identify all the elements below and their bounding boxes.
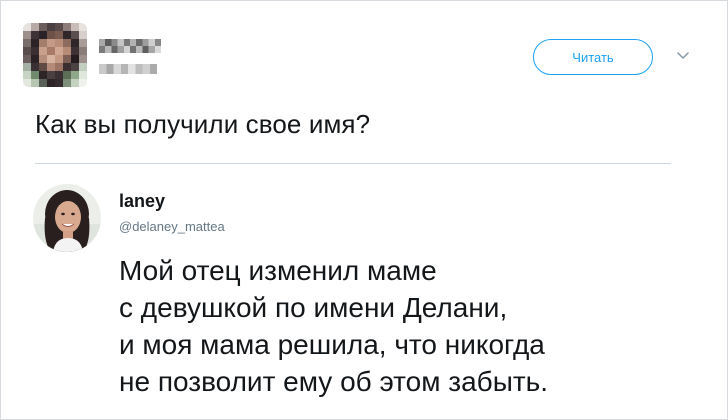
pixelated-avatar bbox=[23, 23, 87, 87]
tweet-card: Читать Как вы получили свое имя? laney @… bbox=[0, 0, 728, 420]
pixelated-display-name bbox=[99, 39, 161, 53]
reply-text-line: не позволит ему об этом забыть. bbox=[119, 366, 549, 397]
chevron-down-icon[interactable] bbox=[675, 47, 691, 63]
reply-text-line: с девушкой по имени Делани, bbox=[119, 292, 508, 323]
author-name[interactable]: laney bbox=[119, 191, 165, 212]
reply-text: Мой отец изменил маме с девушкой по имен… bbox=[119, 252, 548, 400]
author-handle[interactable]: @delaney_mattea bbox=[119, 219, 225, 234]
follow-button[interactable]: Читать bbox=[533, 39, 653, 75]
avatar[interactable] bbox=[33, 184, 101, 252]
pixelated-handle bbox=[99, 61, 157, 74]
tweet-text: Как вы получили свое имя? bbox=[35, 109, 371, 139]
divider bbox=[35, 163, 671, 164]
reply-text-line: и моя мама решила, что никогда bbox=[119, 329, 545, 360]
reply-text-line: Мой отец изменил маме bbox=[119, 255, 437, 286]
